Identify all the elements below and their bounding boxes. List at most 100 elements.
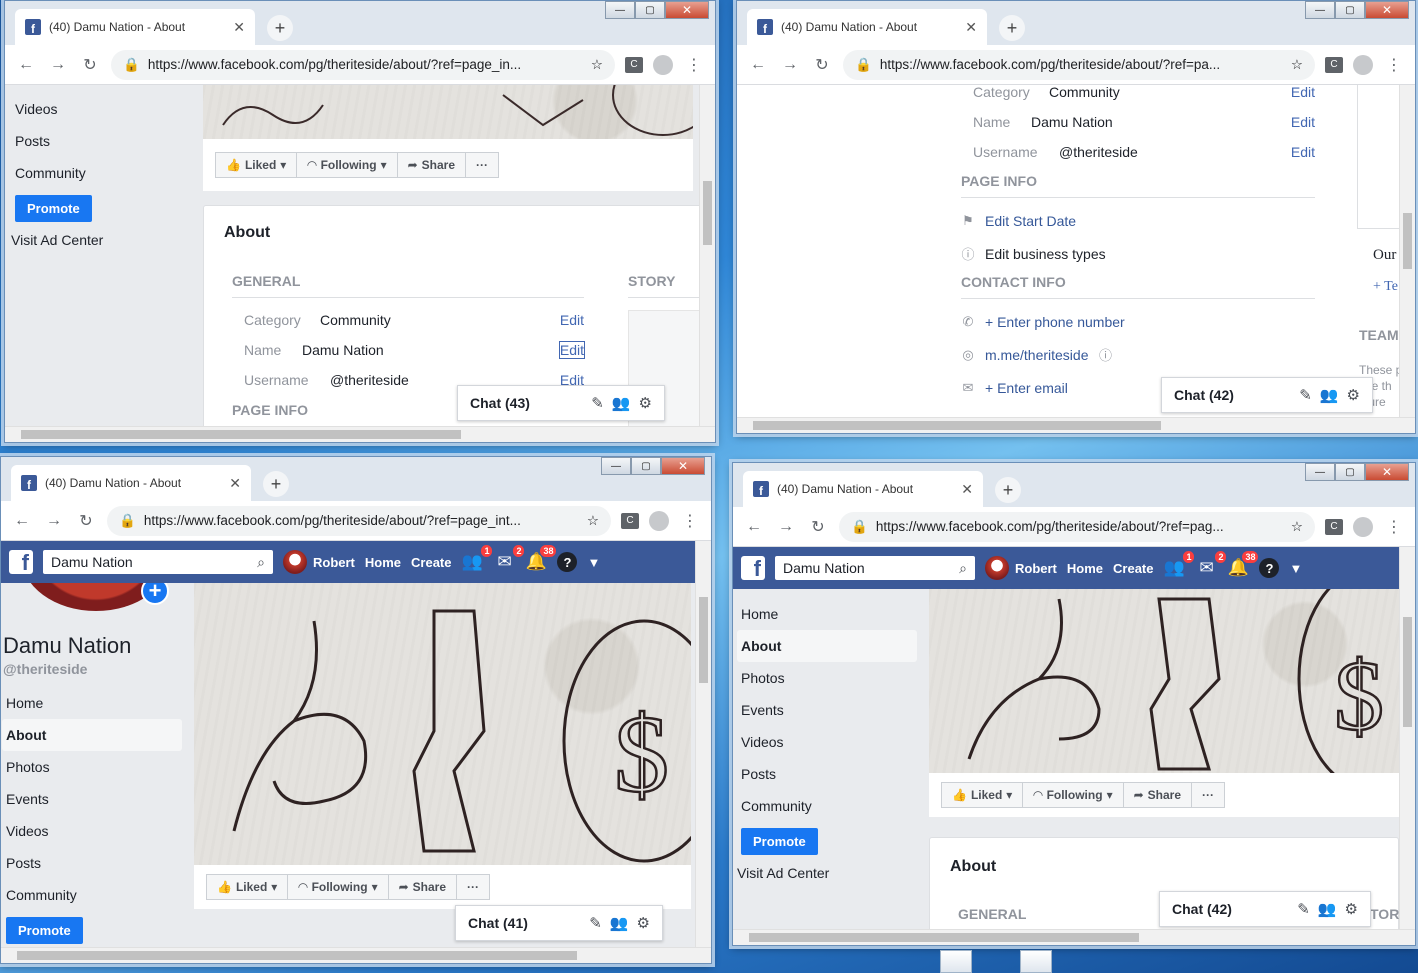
vertical-scrollbar[interactable]: [1399, 85, 1415, 417]
following-button[interactable]: ◠ Following ▾: [296, 152, 398, 178]
notifications-bell-icon[interactable]: 🔔 38: [1227, 550, 1260, 578]
group-icon[interactable]: 👥: [1318, 900, 1337, 918]
back-arrow-icon[interactable]: ←: [11, 512, 33, 530]
group-icon[interactable]: 👥: [1320, 386, 1339, 404]
maximize-button[interactable]: ▢: [631, 457, 661, 475]
nav-home[interactable]: Home: [2, 687, 182, 719]
notifications-bell-icon[interactable]: 🔔 38: [525, 544, 558, 572]
compose-icon[interactable]: ✎: [1297, 900, 1310, 918]
profile-avatar-icon[interactable]: [653, 54, 673, 75]
extension-icon[interactable]: C: [621, 512, 639, 529]
edit-start-date-row[interactable]: ⚑ Edit Start Date: [961, 204, 1315, 237]
nav-videos[interactable]: Videos: [737, 726, 917, 758]
nav-events[interactable]: Events: [2, 783, 182, 815]
more-button[interactable]: ···: [465, 152, 500, 178]
browser-tab[interactable]: f (40) Damu Nation - About ✕: [11, 465, 251, 501]
home-link[interactable]: Home: [365, 555, 401, 570]
minimize-button[interactable]: —: [601, 457, 631, 475]
new-tab-button[interactable]: +: [999, 15, 1025, 41]
bookmark-star-icon[interactable]: ☆: [591, 57, 603, 73]
profile-avatar-icon[interactable]: [1353, 516, 1373, 537]
bookmark-star-icon[interactable]: ☆: [1291, 519, 1303, 535]
new-tab-button[interactable]: +: [995, 477, 1021, 503]
chat-bar[interactable]: Chat (42) ✎ 👥 ⚙: [1159, 891, 1371, 927]
more-button[interactable]: ···: [456, 874, 491, 900]
vertical-scrollbar[interactable]: [695, 541, 711, 947]
account-menu-chevron-down-icon[interactable]: ▼: [1289, 561, 1302, 576]
edit-username-link[interactable]: Edit: [1291, 144, 1315, 160]
maximize-button[interactable]: ▢: [635, 1, 665, 19]
create-link[interactable]: Create: [411, 555, 451, 570]
edit-category-link[interactable]: Edit: [1291, 85, 1315, 100]
new-tab-button[interactable]: +: [263, 471, 289, 497]
tab-close-icon[interactable]: ✕: [965, 19, 977, 36]
group-icon[interactable]: 👥: [610, 914, 629, 932]
forward-arrow-icon[interactable]: →: [43, 512, 65, 530]
nav-community[interactable]: Community: [737, 790, 917, 822]
share-button[interactable]: ➦ Share: [387, 874, 458, 900]
messenger-link[interactable]: m.me/theriteside: [985, 347, 1088, 363]
compose-icon[interactable]: ✎: [589, 914, 602, 932]
profile-avatar-icon[interactable]: [1353, 54, 1373, 75]
close-button[interactable]: ✕: [665, 1, 709, 19]
menu-kebab-icon[interactable]: ⋮: [1383, 517, 1405, 537]
nav-events[interactable]: Events: [737, 694, 917, 726]
visit-ad-center-link[interactable]: Visit Ad Center: [737, 865, 917, 881]
browser-tab[interactable]: f (40) Damu Nation - About ✕: [747, 9, 987, 45]
reload-icon[interactable]: ↻: [75, 511, 97, 531]
promote-button[interactable]: Promote: [15, 195, 92, 222]
nav-about[interactable]: About: [2, 719, 182, 751]
liked-button[interactable]: 👍 Liked ▾: [206, 874, 289, 900]
friend-requests-icon[interactable]: 👥 1: [461, 544, 494, 572]
home-link[interactable]: Home: [1067, 561, 1103, 576]
bookmark-star-icon[interactable]: ☆: [1291, 57, 1303, 73]
edit-name-link[interactable]: Edit: [1291, 114, 1315, 130]
help-icon[interactable]: ?: [1259, 558, 1280, 578]
promote-button[interactable]: Promote: [6, 917, 83, 944]
search-icon[interactable]: ⌕: [959, 560, 967, 577]
liked-button[interactable]: 👍 Liked ▾: [941, 782, 1024, 808]
nav-community[interactable]: Community: [11, 157, 191, 189]
side-plus-link[interactable]: + Te: [1373, 279, 1398, 295]
share-button[interactable]: ➦ Share: [396, 152, 467, 178]
following-button[interactable]: ◠ Following ▾: [287, 874, 389, 900]
nav-posts[interactable]: Posts: [737, 758, 917, 790]
search-icon[interactable]: ⌕: [257, 554, 265, 571]
create-link[interactable]: Create: [1113, 561, 1153, 576]
gear-icon[interactable]: ⚙: [1347, 386, 1360, 404]
horizontal-scrollbar[interactable]: [733, 929, 1415, 945]
menu-kebab-icon[interactable]: ⋮: [1383, 55, 1405, 75]
account-menu-chevron-down-icon[interactable]: ▼: [587, 555, 600, 570]
chat-bar[interactable]: Chat (41) ✎ 👥 ⚙: [455, 905, 663, 941]
back-arrow-icon[interactable]: ←: [743, 518, 765, 536]
tab-close-icon[interactable]: ✕: [961, 481, 973, 498]
address-bar[interactable]: 🔒 https://www.facebook.com/pg/theritesid…: [839, 511, 1315, 542]
reload-icon[interactable]: ↻: [811, 55, 833, 75]
maximize-button[interactable]: ▢: [1335, 463, 1365, 481]
reload-icon[interactable]: ↻: [79, 55, 101, 75]
gear-icon[interactable]: ⚙: [639, 394, 652, 412]
extension-icon[interactable]: C: [1325, 56, 1343, 73]
forward-arrow-icon[interactable]: →: [47, 56, 69, 74]
liked-button[interactable]: 👍 Liked ▾: [215, 152, 298, 178]
vertical-scrollbar[interactable]: [699, 85, 715, 426]
nav-about[interactable]: About: [737, 630, 917, 662]
back-arrow-icon[interactable]: ←: [747, 56, 769, 74]
facebook-logo-icon[interactable]: f: [9, 550, 33, 574]
compose-icon[interactable]: ✎: [591, 394, 604, 412]
nav-photos[interactable]: Photos: [2, 751, 182, 783]
horizontal-scrollbar[interactable]: [737, 417, 1415, 433]
edit-name-link[interactable]: Edit: [558, 341, 586, 359]
compose-icon[interactable]: ✎: [1299, 386, 1312, 404]
browser-tab[interactable]: f (40) Damu Nation - About ✕: [15, 9, 255, 45]
enter-email-link[interactable]: + Enter email: [985, 380, 1068, 396]
menu-kebab-icon[interactable]: ⋮: [683, 55, 705, 75]
minimize-button[interactable]: —: [605, 1, 635, 19]
edit-business-types-row[interactable]: ⓘ Edit business types: [961, 237, 1315, 270]
share-button[interactable]: ➦ Share: [1122, 782, 1193, 808]
edit-business-types-link[interactable]: Edit business types: [985, 246, 1106, 262]
vertical-scrollbar[interactable]: [1399, 547, 1415, 929]
menu-kebab-icon[interactable]: ⋮: [679, 511, 701, 531]
close-button[interactable]: ✕: [1365, 463, 1409, 481]
browser-tab[interactable]: f (40) Damu Nation - About ✕: [743, 471, 983, 507]
